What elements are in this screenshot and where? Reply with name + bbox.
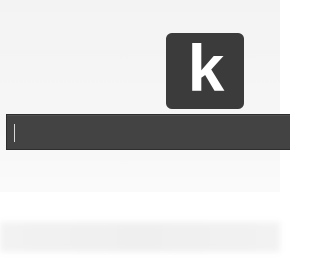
search-input[interactable]	[11, 117, 279, 147]
search-bar[interactable]	[6, 114, 290, 150]
app-logo: k	[166, 33, 244, 109]
text-cursor	[14, 124, 15, 142]
logo-letter: k	[187, 31, 225, 105]
lower-shadow-band	[0, 222, 280, 252]
